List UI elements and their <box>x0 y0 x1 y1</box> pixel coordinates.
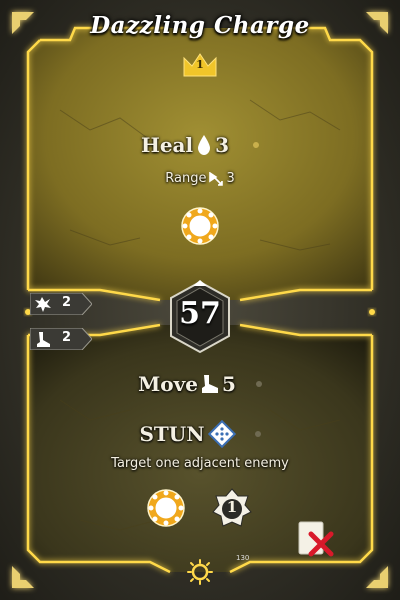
target-text: Target one adjacent enemy <box>111 456 289 471</box>
heal-label: Heal <box>140 133 194 157</box>
lost-card-icon <box>298 521 334 557</box>
range-row: Range 3 <box>0 171 400 186</box>
initiative-value: 57 <box>179 296 221 331</box>
boot-icon <box>201 375 218 393</box>
range-label: Range <box>165 171 207 186</box>
attack-badge <box>30 293 92 315</box>
card-title: Dazzling Charge <box>90 12 310 39</box>
move-value: 5 <box>221 372 236 396</box>
heal-drop-icon <box>198 135 211 155</box>
enhance-dot <box>254 431 261 437</box>
stun-label: STUN <box>139 422 205 446</box>
ability-card[interactable]: Dazzling Charge 1 Heal 3 Range 3 2 2 57 … <box>0 0 400 600</box>
target-row: Target one adjacent enemy <box>0 456 400 471</box>
move-label: Move <box>138 372 198 396</box>
enhance-dot <box>253 142 260 148</box>
enhance-dot <box>255 381 262 387</box>
sun-element-icon <box>181 207 219 245</box>
card-number: 130 <box>236 554 250 562</box>
stun-condition-icon <box>207 420 236 448</box>
sun-element-icon <box>147 489 185 527</box>
heal-action-row[interactable]: Heal 3 <box>0 133 400 157</box>
move-badge-value: 2 <box>62 330 72 345</box>
class-sun-icon <box>187 559 213 585</box>
range-arrow-icon <box>209 171 224 186</box>
bonus-value: 1 <box>226 498 238 516</box>
card-level: 1 <box>196 58 204 71</box>
move-action-row[interactable]: Move 5 <box>0 372 400 396</box>
range-value: 3 <box>226 171 235 186</box>
attack-badge-value: 2 <box>62 295 72 310</box>
move-badge <box>30 328 92 350</box>
heal-value: 3 <box>215 133 230 157</box>
stun-row[interactable]: STUN <box>0 420 400 448</box>
